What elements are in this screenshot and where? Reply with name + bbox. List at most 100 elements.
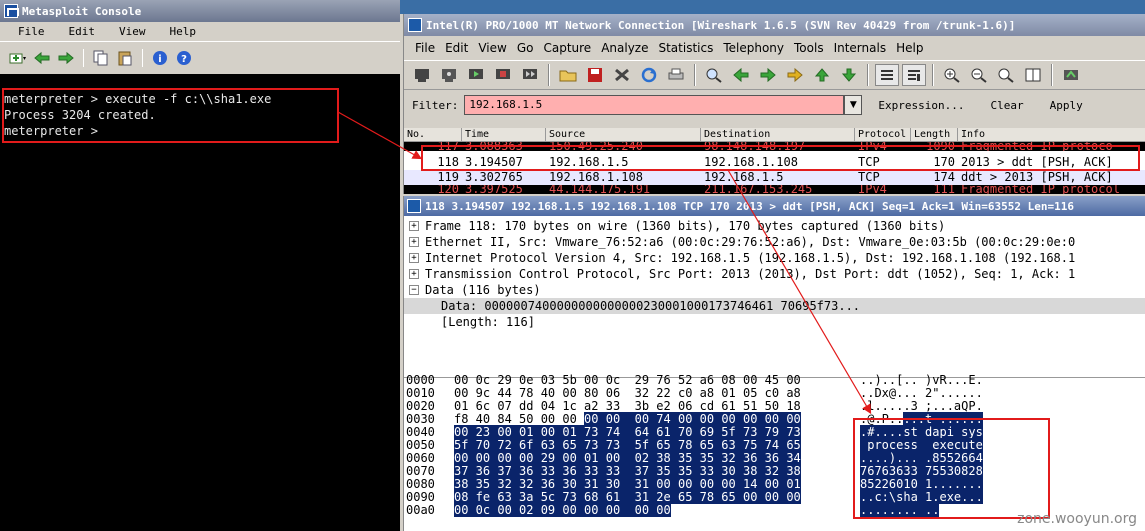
zoom-out-icon[interactable] <box>967 64 991 86</box>
packet-length: 111 <box>933 185 955 194</box>
go-to-packet-icon[interactable] <box>783 64 807 86</box>
expand-icon[interactable]: + <box>409 269 419 279</box>
menu-file[interactable]: File <box>410 41 440 55</box>
tree-item-data-value[interactable]: Data: 0000007400000000000000230001000173… <box>404 298 1145 314</box>
expand-icon[interactable]: + <box>409 237 419 247</box>
column-header-source[interactable]: Source <box>546 128 701 141</box>
packet-protocol: IPv4 <box>858 185 887 194</box>
go-first-icon[interactable] <box>810 64 834 86</box>
autoscroll-icon[interactable] <box>902 64 926 86</box>
colorize-icon[interactable] <box>875 64 899 86</box>
menu-telephony[interactable]: Telephony <box>718 41 789 55</box>
tree-item-frame[interactable]: + Frame 118: 170 bytes on wire (1360 bits… <box>404 218 1145 234</box>
wireshark-toolbar <box>404 60 1145 90</box>
expand-icon[interactable]: + <box>409 253 419 263</box>
packet-info: ddt > 2013 [PSH, ACK] <box>961 170 1113 184</box>
filter-label: Filter: <box>412 98 459 112</box>
wireshark-title: Intel(R) PRO/1000 MT Network Connection … <box>426 18 1016 32</box>
resize-columns-icon[interactable] <box>1021 64 1045 86</box>
packet-detail-titlebar: 118 3.194507 192.168.1.5 192.168.1.108 T… <box>404 196 1145 216</box>
filter-dropdown-icon[interactable]: ▼ <box>844 95 863 115</box>
stop-capture-icon[interactable] <box>491 64 515 86</box>
tree-item-tcp[interactable]: + Transmission Control Protocol, Src Port… <box>404 266 1145 282</box>
menu-edit[interactable]: Edit <box>57 25 108 38</box>
paste-icon[interactable] <box>115 49 135 67</box>
column-header-no[interactable]: No. <box>404 128 462 141</box>
new-session-icon[interactable] <box>8 49 28 67</box>
menu-help[interactable]: Help <box>891 41 928 55</box>
menu-internals[interactable]: Internals <box>829 41 892 55</box>
packet-detail-tree[interactable]: + Frame 118: 170 bytes on wire (1360 bits… <box>404 216 1145 378</box>
metasploit-menubar: File Edit View Help <box>0 22 400 42</box>
annotation-box-ascii <box>853 418 1050 519</box>
find-icon[interactable] <box>702 64 726 86</box>
options-icon[interactable] <box>437 64 461 86</box>
packet-row[interactable]: 120 3.397525 44.144.175.191 211.167.153.… <box>404 185 1145 194</box>
collapse-icon[interactable]: − <box>409 285 419 295</box>
clear-button[interactable]: Clear <box>980 99 1033 112</box>
packet-time: 3.397525 <box>465 185 523 194</box>
copy-icon[interactable] <box>91 49 111 67</box>
packet-no: 119 <box>437 170 459 184</box>
reload-icon[interactable] <box>637 64 661 86</box>
print-icon[interactable] <box>664 64 688 86</box>
menu-view[interactable]: View <box>107 25 158 38</box>
wireshark-menubar: File Edit View Go Capture Analyze Statis… <box>404 36 1145 60</box>
packet-destination: 192.168.1.5 <box>704 170 784 184</box>
packet-list-header: No. Time Source Destination Protocol Len… <box>404 128 1145 142</box>
tree-item-ethernet[interactable]: + Ethernet II, Src: Vmware_76:52:a6 (00:0… <box>404 234 1145 250</box>
start-capture-icon[interactable] <box>464 64 488 86</box>
svg-text:?: ? <box>181 54 187 65</box>
menu-analyze[interactable]: Analyze <box>596 41 653 55</box>
packet-protocol: TCP <box>858 170 880 184</box>
toolbar-separator <box>142 49 143 67</box>
apply-button[interactable]: Apply <box>1040 99 1093 112</box>
metasploit-titlebar: Metasploit Console <box>0 0 400 22</box>
menu-help[interactable]: Help <box>158 25 209 38</box>
tree-item-data[interactable]: − Data (116 bytes) <box>404 282 1145 298</box>
column-header-info[interactable]: Info <box>958 128 1145 141</box>
tree-item-length[interactable]: [Length: 116] <box>404 314 1145 330</box>
menu-tools[interactable]: Tools <box>789 41 829 55</box>
go-back-icon[interactable] <box>729 64 753 86</box>
interfaces-icon[interactable] <box>410 64 434 86</box>
annotation-box-packet <box>421 145 1140 171</box>
column-header-protocol[interactable]: Protocol <box>855 128 911 141</box>
capture-filters-icon[interactable] <box>1059 64 1083 86</box>
menu-view[interactable]: View <box>473 41 511 55</box>
expression-button[interactable]: Expression... <box>868 99 974 112</box>
open-folder-icon[interactable] <box>556 64 580 86</box>
toolbar-separator <box>932 64 934 86</box>
restart-capture-icon[interactable] <box>518 64 542 86</box>
column-header-length[interactable]: Length <box>911 128 958 141</box>
packet-detail-title: 118 3.194507 192.168.1.5 192.168.1.108 T… <box>425 199 1075 213</box>
menu-go[interactable]: Go <box>512 41 539 55</box>
packet-row[interactable]: 119 3.302765 192.168.1.108 192.168.1.5 T… <box>404 170 1145 185</box>
packet-info: Fragmented IP protocol <box>961 185 1120 194</box>
packet-source: 44.144.175.191 <box>549 185 651 194</box>
menu-file[interactable]: File <box>6 25 57 38</box>
tree-item-ip[interactable]: + Internet Protocol Version 4, Src: 192.1… <box>404 250 1145 266</box>
svg-text:i: i <box>158 54 161 65</box>
normal-size-icon[interactable] <box>994 64 1018 86</box>
menu-edit[interactable]: Edit <box>440 41 473 55</box>
help-icon[interactable]: ? <box>174 49 194 67</box>
display-filter-bar: Filter: 192.168.1.5 ▼ Expression... Clea… <box>404 90 1145 120</box>
expand-icon[interactable]: + <box>409 221 419 231</box>
info-icon[interactable]: i <box>150 49 170 67</box>
menu-capture[interactable]: Capture <box>538 41 596 55</box>
packet-time: 3.302765 <box>465 170 523 184</box>
go-forward-icon[interactable] <box>756 64 780 86</box>
display-filter-input[interactable]: 192.168.1.5 <box>464 95 845 115</box>
column-header-destination[interactable]: Destination <box>701 128 855 141</box>
column-header-time[interactable]: Time <box>462 128 546 141</box>
metasploit-app-icon <box>4 4 19 18</box>
zoom-in-icon[interactable] <box>940 64 964 86</box>
forward-arrow-icon[interactable] <box>56 49 76 67</box>
go-last-icon[interactable] <box>837 64 861 86</box>
back-arrow-icon[interactable] <box>32 49 52 67</box>
menu-statistics[interactable]: Statistics <box>653 41 718 55</box>
save-icon[interactable] <box>583 64 607 86</box>
close-file-icon[interactable] <box>610 64 634 86</box>
metasploit-window: Metasploit Console File Edit View Help i… <box>0 0 400 531</box>
